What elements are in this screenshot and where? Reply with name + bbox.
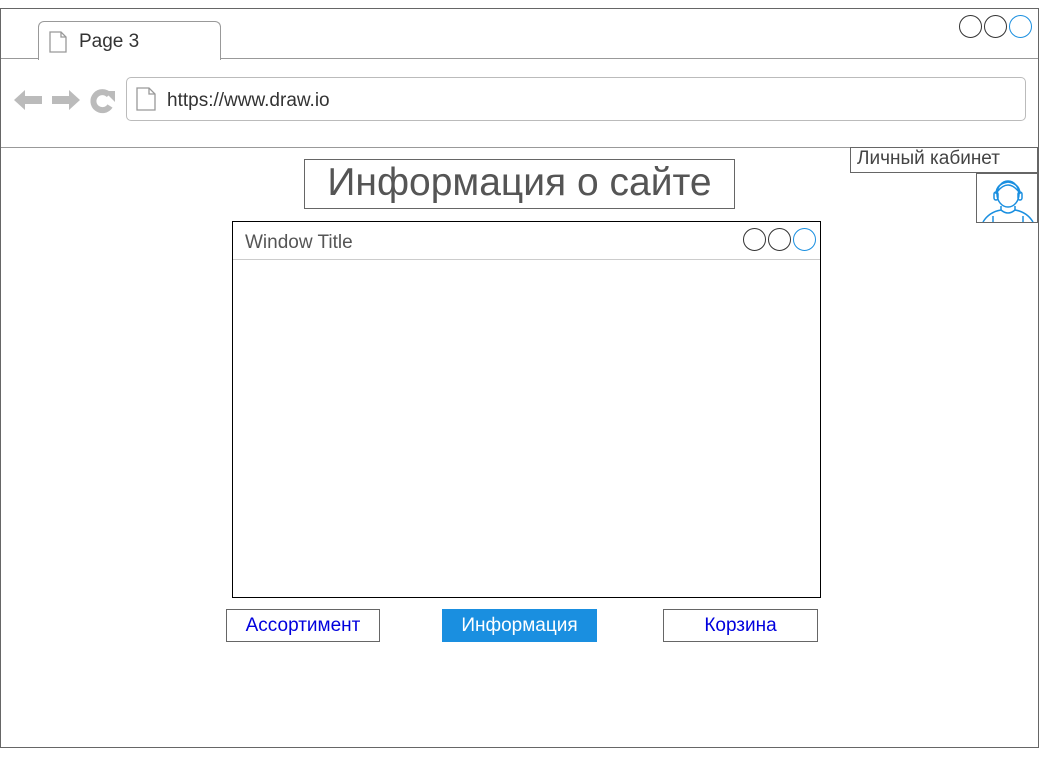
window-maximize-control[interactable] [768, 228, 791, 251]
close-control[interactable] [1009, 15, 1032, 38]
content-window: Window Title [232, 221, 821, 598]
user-avatar-icon[interactable] [976, 173, 1038, 223]
minimize-control[interactable] [959, 15, 982, 38]
browser-window-controls [959, 15, 1032, 38]
url-text: https://www.draw.io [167, 90, 330, 111]
forward-arrow-icon[interactable] [51, 88, 81, 117]
page-icon [49, 31, 67, 58]
page-title: Информация о сайте [304, 159, 735, 209]
window-title: Window Title [245, 232, 353, 253]
address-bar[interactable]: https://www.draw.io [126, 77, 1026, 121]
browser-tab[interactable]: Page 3 [38, 21, 221, 60]
tab-label: Page 3 [79, 31, 140, 52]
browser-window: Page 3 https://www.draw.io Информация о … [0, 8, 1039, 748]
window-minimize-control[interactable] [743, 228, 766, 251]
assortment-button[interactable]: Ассортимент [226, 609, 380, 642]
cart-button[interactable]: Корзина [663, 609, 818, 642]
window-title-divider [233, 259, 820, 260]
window-close-control[interactable] [793, 228, 816, 251]
information-button[interactable]: Информация [442, 609, 597, 642]
reload-icon[interactable] [89, 88, 117, 119]
back-arrow-icon[interactable] [13, 88, 43, 117]
account-link[interactable]: Личный кабинет [850, 147, 1038, 173]
window-controls [743, 228, 816, 251]
maximize-control[interactable] [984, 15, 1007, 38]
page-icon [136, 87, 156, 116]
